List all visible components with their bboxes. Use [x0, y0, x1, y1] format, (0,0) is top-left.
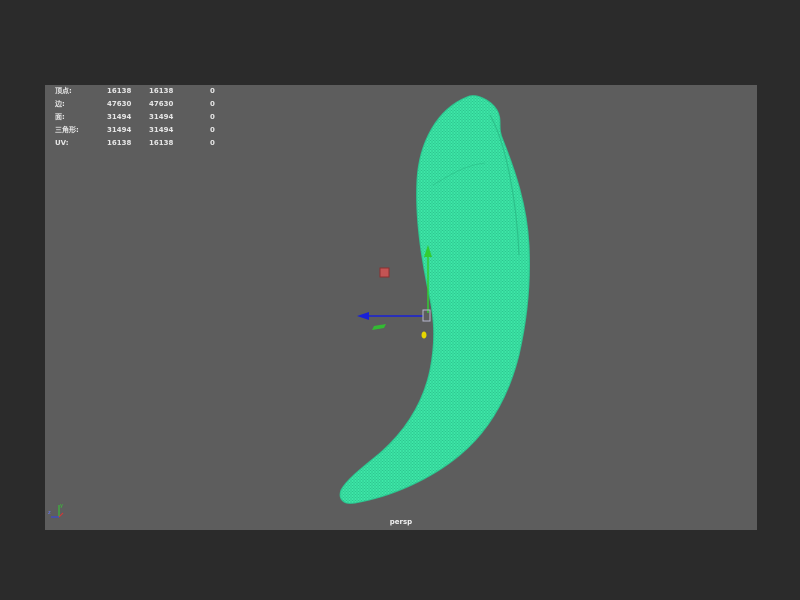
hud-value: 16138 — [149, 139, 174, 147]
svg-text:z: z — [48, 510, 51, 516]
hud-label: UV: — [55, 139, 69, 147]
hud-label: 三角形: — [55, 126, 79, 134]
view-axis-icon: y z — [48, 503, 64, 518]
hud-value: 16138 — [107, 87, 132, 95]
hud-row-faces: 面: 31494 31494 0 — [55, 111, 235, 124]
hud-row-triangles: 三角形: 31494 31494 0 — [55, 124, 235, 137]
hud-row-vertices: 顶点: 16138 16138 0 — [55, 85, 235, 98]
camera-label: persp — [389, 518, 413, 526]
plane-handle-icon[interactable] — [372, 324, 386, 330]
hud-label: 面: — [55, 113, 65, 121]
pivot-icon[interactable] — [379, 267, 390, 278]
move-x-arrowhead-icon[interactable] — [357, 312, 369, 320]
move-z-handle-icon[interactable] — [421, 331, 427, 339]
hud-value: 31494 — [149, 126, 174, 134]
mesh-object[interactable] — [339, 95, 531, 504]
hud-value: 0 — [210, 126, 215, 134]
hud-value: 0 — [210, 87, 215, 95]
poly-count-hud: 顶点: 16138 16138 0 边: 47630 47630 0 面: 31… — [55, 85, 235, 150]
hud-value: 31494 — [107, 113, 132, 121]
hud-label: 边: — [55, 100, 65, 108]
hud-value: 16138 — [107, 139, 132, 147]
hud-value: 31494 — [107, 126, 132, 134]
svg-text:y: y — [60, 503, 63, 509]
hud-value: 0 — [210, 113, 215, 121]
hud-row-uvs: UV: 16138 16138 0 — [55, 137, 235, 150]
center-handle-icon[interactable] — [422, 309, 431, 322]
hud-row-edges: 边: 47630 47630 0 — [55, 98, 235, 111]
hud-label: 顶点: — [55, 87, 72, 95]
hud-value: 31494 — [149, 113, 174, 121]
viewport-persp[interactable]: y z 顶点: 16138 16138 0 边: 47630 47630 0 面… — [45, 85, 757, 530]
hud-value: 47630 — [149, 100, 174, 108]
app-frame: y z 顶点: 16138 16138 0 边: 47630 47630 0 面… — [0, 0, 800, 600]
hud-value: 0 — [210, 100, 215, 108]
hud-value: 16138 — [149, 87, 174, 95]
hud-value: 47630 — [107, 100, 132, 108]
hud-value: 0 — [210, 139, 215, 147]
scene-canvas[interactable]: y z — [45, 85, 757, 530]
